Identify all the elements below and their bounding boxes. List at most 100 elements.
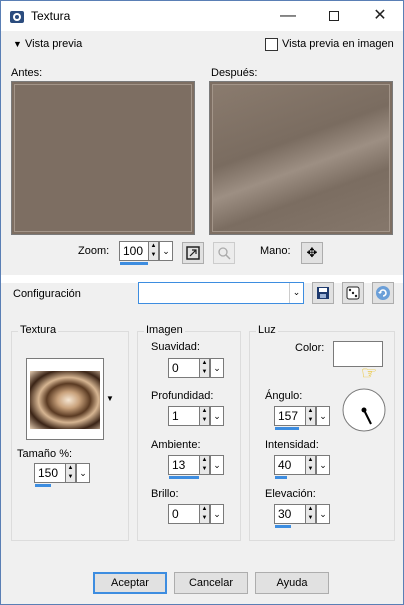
app-icon xyxy=(10,11,24,23)
pan-button[interactable]: ✥ xyxy=(301,242,323,264)
angulo-slider-bar[interactable] xyxy=(275,427,299,430)
angulo-dropdown[interactable]: ⌄ xyxy=(316,406,330,426)
random-button[interactable] xyxy=(342,282,364,304)
ambiente-label: Ambiente: xyxy=(151,439,201,451)
pan-label: Mano: xyxy=(260,245,291,257)
elevacion-dropdown[interactable]: ⌄ xyxy=(316,504,330,524)
save-preset-button[interactable] xyxy=(312,282,334,304)
suavidad-updown[interactable]: ▲ ▼ xyxy=(199,358,210,378)
elevacion-field[interactable]: 30 xyxy=(274,504,306,524)
elevacion-label: Elevación: xyxy=(265,488,316,500)
config-combobox[interactable]: ⌄ xyxy=(138,282,304,304)
window-title: Textura xyxy=(31,9,71,23)
brillo-field[interactable]: 0 xyxy=(168,504,200,524)
size-spinner[interactable]: 150 ▲ ▼ ⌄ xyxy=(34,463,90,487)
intensidad-field[interactable]: 40 xyxy=(274,455,306,475)
suavidad-dropdown[interactable]: ⌄ xyxy=(210,358,224,378)
reset-button[interactable] xyxy=(372,282,394,304)
brillo-spinner[interactable]: 0 ▲ ▼ ⌄ xyxy=(168,504,224,526)
close-icon: ✕ xyxy=(373,7,387,24)
ambiente-slider-bar[interactable] xyxy=(169,476,199,479)
before-preview[interactable] xyxy=(11,81,195,235)
hand-pointer-icon: ☞ xyxy=(361,363,378,383)
angulo-updown[interactable]: ▲ ▼ xyxy=(305,406,316,426)
suavidad-spinner[interactable]: 0 ▲ ▼ ⌄ xyxy=(168,358,224,380)
size-label: Tamaño %: xyxy=(17,448,73,460)
preview-toggle-label: Vista previa xyxy=(24,38,83,50)
angulo-label: Ángulo: xyxy=(265,390,303,402)
texture-thumbnail xyxy=(30,371,100,429)
intensidad-spinner[interactable]: 40 ▲ ▼ ⌄ xyxy=(274,455,330,479)
intensidad-label: Intensidad: xyxy=(265,439,319,451)
preview-toggle[interactable]: ▼ Vista previa xyxy=(13,38,82,50)
zoom-fit-icon xyxy=(186,246,200,260)
imagen-group-title: Imagen xyxy=(144,324,185,336)
config-label: Configuración xyxy=(13,288,81,300)
size-dropdown[interactable]: ⌄ xyxy=(76,463,90,483)
ambiente-field[interactable]: 13 xyxy=(168,455,200,475)
close-button[interactable]: ✕ xyxy=(357,1,403,31)
angle-dial[interactable] xyxy=(341,387,387,433)
dialog-window: Textura — ✕ ▼ Vista previa Vista previa … xyxy=(0,0,404,605)
zoom-label: Zoom: xyxy=(78,245,110,257)
size-updown[interactable]: ▲ ▼ xyxy=(65,463,76,483)
help-button[interactable]: Ayuda xyxy=(255,572,329,594)
after-preview[interactable] xyxy=(209,81,393,235)
minimize-button[interactable]: — xyxy=(265,1,311,31)
suavidad-label: Suavidad: xyxy=(151,341,200,353)
profundidad-field[interactable]: 1 xyxy=(168,406,200,426)
title-bar: Textura — ✕ xyxy=(1,1,403,31)
maximize-icon xyxy=(329,10,339,21)
elevacion-slider-bar[interactable] xyxy=(275,525,291,528)
zoom-field[interactable]: 100 xyxy=(119,241,149,261)
zoom-slider-bar[interactable] xyxy=(120,262,148,265)
reset-icon xyxy=(376,286,390,300)
brillo-updown[interactable]: ▲ ▼ xyxy=(199,504,210,524)
angulo-field[interactable]: 157 xyxy=(274,406,306,426)
zoom-disabled-icon xyxy=(218,247,231,260)
profundidad-label: Profundidad: xyxy=(151,390,214,402)
intensidad-dropdown[interactable]: ⌄ xyxy=(316,455,330,475)
profundidad-spinner[interactable]: 1 ▲ ▼ ⌄ xyxy=(168,406,224,428)
size-field[interactable]: 150 xyxy=(34,463,66,483)
zoom-spinner[interactable]: 100 ▲ ▼ ⌄ xyxy=(119,241,173,265)
pan-icon: ✥ xyxy=(306,245,318,260)
brillo-dropdown[interactable]: ⌄ xyxy=(210,504,224,524)
cancel-button[interactable]: Cancelar xyxy=(174,572,248,594)
profundidad-dropdown[interactable]: ⌄ xyxy=(210,406,224,426)
intensidad-updown[interactable]: ▲ ▼ xyxy=(305,455,316,475)
before-label: Antes: xyxy=(11,67,43,79)
ambiente-updown[interactable]: ▲ ▼ xyxy=(199,455,210,475)
zoom-disabled-button[interactable] xyxy=(213,242,235,264)
angulo-spinner[interactable]: 157 ▲ ▼ ⌄ xyxy=(274,406,330,430)
image-preview-checkbox[interactable] xyxy=(265,38,278,51)
luz-group-title: Luz xyxy=(256,324,278,336)
zoom-dropdown[interactable]: ⌄ xyxy=(159,241,173,261)
maximize-button[interactable] xyxy=(311,1,357,31)
after-preview-image xyxy=(212,84,390,232)
elevacion-spinner[interactable]: 30 ▲ ▼ ⌄ xyxy=(274,504,330,528)
image-preview-label: Vista previa en imagen xyxy=(282,38,394,50)
ambiente-dropdown[interactable]: ⌄ xyxy=(210,455,224,475)
texture-dropdown-icon[interactable]: ▼ xyxy=(106,394,114,403)
elevacion-updown[interactable]: ▲ ▼ xyxy=(305,504,316,524)
intensidad-slider-bar[interactable] xyxy=(275,476,287,479)
chevron-down-icon[interactable]: ⌄ xyxy=(289,283,303,303)
textura-group-title: Textura xyxy=(18,324,59,336)
accept-button[interactable]: Aceptar xyxy=(93,572,167,594)
zoom-updown[interactable]: ▲ ▼ xyxy=(148,241,159,261)
zoom-fit-button[interactable] xyxy=(182,242,204,264)
minimize-icon: — xyxy=(280,7,296,24)
size-slider-bar[interactable] xyxy=(35,484,51,487)
dice-icon xyxy=(346,286,360,300)
brillo-label: Brillo: xyxy=(151,488,179,500)
caret-down-icon: ▼ xyxy=(13,39,22,49)
ambiente-spinner[interactable]: 13 ▲ ▼ ⌄ xyxy=(168,455,224,479)
color-label: Color: xyxy=(295,342,325,354)
save-icon xyxy=(317,287,329,299)
texture-swatch[interactable] xyxy=(26,358,104,440)
suavidad-field[interactable]: 0 xyxy=(168,358,200,378)
after-label: Después: xyxy=(211,67,258,79)
before-preview-image xyxy=(14,84,192,232)
profundidad-updown[interactable]: ▲ ▼ xyxy=(199,406,210,426)
